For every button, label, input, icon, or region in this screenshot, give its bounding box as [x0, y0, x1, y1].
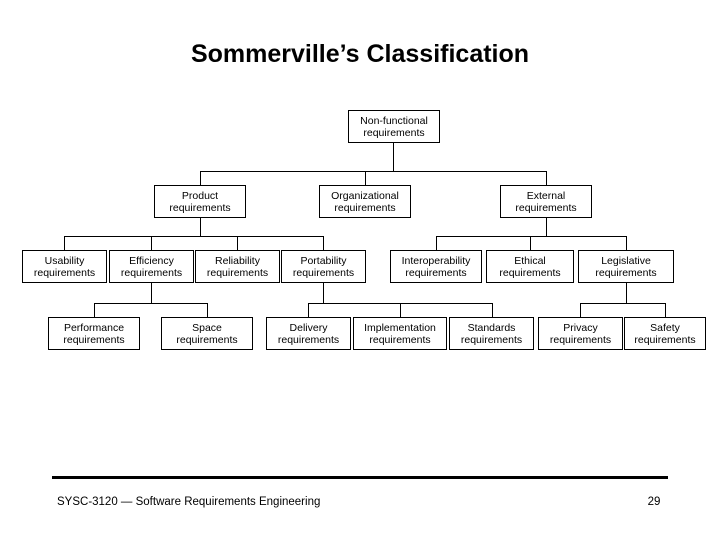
connector-external-to-legislative — [626, 236, 627, 250]
footer-page-number: 29 — [647, 496, 661, 508]
node-label-secondary: requirements — [169, 201, 231, 214]
node-label-secondary: requirements — [499, 266, 561, 279]
connector-root-to-product — [200, 171, 201, 185]
connector-external-drop — [546, 218, 547, 236]
node-legislative: Legislative requirements — [578, 250, 674, 283]
node-reliability: Reliability requirements — [195, 250, 280, 283]
node-implementation: Implementation requirements — [353, 317, 447, 350]
connector-portability-to-delivery — [308, 303, 309, 317]
node-label-secondary: requirements — [33, 266, 96, 279]
node-efficiency: Efficiency requirements — [109, 250, 194, 283]
requirements-classification-tree: Non-functional requirements Product require… — [0, 0, 720, 540]
node-label-secondary: requirements — [334, 201, 396, 214]
node-label-secondary: requirements — [595, 266, 657, 279]
node-label-primary: Reliability — [215, 254, 260, 267]
connector-legislative-bus — [580, 303, 665, 304]
node-usability: Usability requirements — [22, 250, 107, 283]
node-safety: Safety requirements — [624, 317, 706, 350]
connector-product-bus — [64, 236, 324, 237]
node-label-secondary: requirements — [634, 333, 696, 346]
node-label-secondary: requirements — [292, 266, 355, 279]
connector-root-to-external — [546, 171, 547, 185]
connector-external-bus — [436, 236, 626, 237]
node-label-primary: Safety — [650, 321, 680, 334]
footer-divider — [52, 476, 668, 479]
node-label-primary: Privacy — [563, 321, 598, 334]
connector-root-drop — [393, 143, 394, 171]
node-label-primary: Delivery — [289, 321, 328, 334]
slide-canvas: Sommerville’s Classification Non-functio… — [0, 0, 720, 540]
node-delivery: Delivery requirements — [266, 317, 351, 350]
connector-efficiency-to-space — [207, 303, 208, 317]
node-label-primary: External — [526, 189, 566, 202]
footer-course-label: SYSC-3120 — Software Requirements Engine… — [57, 496, 321, 508]
node-privacy: Privacy requirements — [538, 317, 623, 350]
node-standards: Standards requirements — [449, 317, 534, 350]
node-label-primary: Usability — [44, 254, 85, 267]
node-label-secondary: requirements — [120, 266, 183, 279]
node-label-primary: Interoperability — [401, 254, 471, 267]
connector-product-to-usability — [64, 236, 65, 250]
node-label-primary: Product — [181, 189, 219, 202]
node-label-secondary: requirements — [405, 266, 467, 279]
node-ethical: Ethical requirements — [486, 250, 574, 283]
connector-efficiency-bus — [94, 303, 207, 304]
connector-external-to-ethical — [530, 236, 531, 250]
node-label-primary: Ethical — [514, 254, 546, 267]
connector-product-drop — [200, 218, 201, 236]
connector-product-to-reliability — [237, 236, 238, 250]
node-external: External requirements — [500, 185, 592, 218]
node-label-secondary: requirements — [277, 333, 340, 346]
node-label-primary: Non-functional — [360, 114, 428, 127]
connector-portability-to-standards — [492, 303, 493, 317]
node-label-primary: Efficiency — [129, 254, 174, 267]
node-non-functional: Non-functional requirements — [348, 110, 440, 143]
node-label-secondary: requirements — [369, 333, 431, 346]
connector-root-bus — [200, 171, 546, 172]
connector-portability-drop — [323, 283, 324, 303]
connector-product-to-efficiency — [151, 236, 152, 250]
node-label-primary: Organizational — [331, 189, 399, 202]
connector-product-to-portability — [323, 236, 324, 250]
node-space: Space requirements — [161, 317, 253, 350]
node-label-secondary: requirements — [515, 201, 577, 214]
node-label-secondary: requirements — [63, 333, 125, 346]
node-label-primary: Legislative — [601, 254, 651, 267]
connector-root-to-organizational — [365, 171, 366, 185]
node-label-secondary: requirements — [206, 266, 269, 279]
node-interoperability: Interoperability requirements — [390, 250, 482, 283]
connector-portability-to-implementation — [400, 303, 401, 317]
connector-legislative-drop — [626, 283, 627, 303]
node-label-primary: Space — [192, 321, 222, 334]
node-organizational: Organizational requirements — [319, 185, 411, 218]
node-label-secondary: requirements — [549, 333, 612, 346]
connector-efficiency-to-performance — [94, 303, 95, 317]
node-label-secondary: requirements — [363, 126, 425, 139]
connector-legislative-to-privacy — [580, 303, 581, 317]
node-label-primary: Implementation — [364, 321, 436, 334]
node-label-secondary: requirements — [176, 333, 238, 346]
node-label-primary: Performance — [63, 321, 125, 334]
node-portability: Portability requirements — [281, 250, 366, 283]
node-performance: Performance requirements — [48, 317, 140, 350]
node-product: Product requirements — [154, 185, 246, 218]
node-label-secondary: requirements — [460, 333, 523, 346]
node-label-primary: Standards — [467, 321, 516, 334]
connector-efficiency-drop — [151, 283, 152, 303]
node-label-primary: Portability — [300, 254, 347, 267]
connector-external-to-interoperability — [436, 236, 437, 250]
connector-legislative-to-safety — [665, 303, 666, 317]
